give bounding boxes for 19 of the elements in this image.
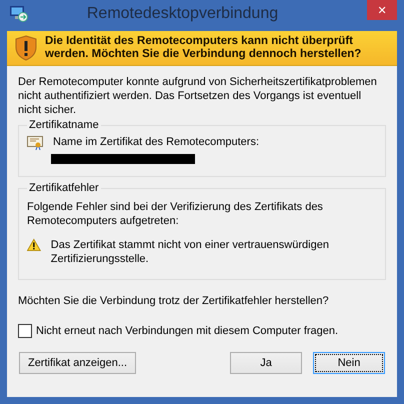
remote-desktop-icon (10, 6, 28, 22)
error-message: Das Zertifikat stammt nicht von einer vertrauenswürdigen Zertifizierungsstelle. (50, 238, 330, 266)
checkbox[interactable] (18, 324, 32, 338)
shield-warning-icon (15, 35, 37, 61)
question-text: Möchten Sie die Verbindung trotz der Zertifikatfehler herstellen? (18, 294, 330, 308)
dialog-button[interactable]: Zertifikat anzeigen... (19, 352, 136, 374)
window-title: Remotedesktopverbindung (86, 4, 280, 23)
warning-message: Die Identität des Remotecomputers kann nicht überprüft werden. Möchten Sie die Verbindung dennoch herstellen? (45, 35, 362, 61)
group-title: Zertifikatname (28, 119, 100, 131)
close-button[interactable]: ✕ (367, 0, 397, 20)
dialog-button[interactable]: Ja (230, 352, 302, 374)
group-title: Zertifikatfehler (28, 182, 100, 194)
certificate-name-label: Name im Zertifikat des Remotecomputers: (53, 136, 260, 148)
errors-intro-text: Folgende Fehler sind bei der Verifizierung des Zertifikats des Remotecomputers aufgetreten: (27, 200, 324, 228)
dialog-button[interactable]: Nein (313, 352, 385, 374)
checkbox-label[interactable]: Nicht erneut nach Verbindungen mit diesem Computer fragen. (36, 325, 338, 337)
warning-icon (27, 238, 41, 252)
intro-text: Der Remotecomputer konnte aufgrund von Sicherheitszertifikatproblemen nicht authentifiziert werden. Das Fortsetzen des Vorgangs ist eventuell nicht sicher. (18, 75, 378, 117)
certificate-icon (27, 136, 43, 150)
